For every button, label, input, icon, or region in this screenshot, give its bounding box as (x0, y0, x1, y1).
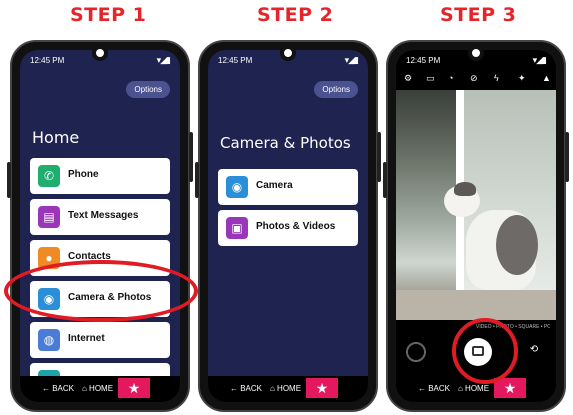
screen: 12:45 PM ▾◢▮ Options Home ✆ Phone ▤ Text… (20, 50, 180, 402)
side-button (7, 162, 11, 198)
phone-step-2: 12:45 PM ▾◢▮ Options Camera & Photos ◉ C… (195, 40, 381, 412)
side-button (189, 132, 193, 182)
list-item-internet[interactable]: ◍ Internet (30, 322, 170, 358)
bottom-nav: ← BACK ⌂ HOME ★ (208, 376, 368, 402)
phone-step-1: 12:45 PM ▾◢▮ Options Home ✆ Phone ▤ Text… (7, 40, 193, 412)
side-button (195, 162, 199, 198)
bottom-nav: ← BACK ⌂ HOME ★ (20, 376, 180, 402)
message-icon: ▤ (38, 206, 60, 228)
ratio-icon[interactable]: ▭ (426, 73, 435, 84)
list-item-label: Text Messages (68, 210, 139, 221)
switch-camera-icon[interactable]: ⟲ (526, 344, 542, 360)
cat (454, 182, 476, 196)
highlight-ring-shutter (452, 318, 518, 384)
list-item-photos-videos[interactable]: ▣ Photos & Videos (218, 210, 358, 246)
star-button[interactable]: ★ (494, 378, 526, 398)
options-button[interactable]: Options (314, 81, 358, 98)
star-button[interactable]: ★ (306, 378, 338, 398)
list-item-phone[interactable]: ✆ Phone (30, 158, 170, 194)
back-button[interactable]: ← BACK (418, 384, 450, 393)
signal-battery-icon: ▾◢▮ (344, 55, 359, 65)
side-button (377, 132, 381, 182)
highlight-ring-camera-photos (4, 260, 198, 322)
effects-icon[interactable]: ✦ (518, 73, 526, 84)
list-item-camera[interactable]: ◉ Camera (218, 169, 358, 205)
side-button (565, 132, 569, 182)
gallery-thumbnail[interactable] (406, 342, 426, 362)
list-item-label: Phone (68, 169, 99, 180)
signal-battery-icon: ▾◢▮ (156, 55, 171, 65)
gallery-icon: ▣ (226, 217, 248, 239)
step-1-title: STEP 1 (70, 4, 147, 26)
window-sill (396, 290, 556, 320)
status-time: 12:45 PM (30, 56, 65, 65)
screen: 12:45 PM ▾◢▮ Options Camera & Photos ◉ C… (208, 50, 368, 402)
flash-icon[interactable]: ϟ (494, 73, 499, 83)
camera-viewfinder[interactable] (396, 90, 556, 320)
back-button[interactable]: ← BACK (42, 384, 74, 393)
camera-toolbar: ⚙ ▭ ◔ ⊘ ϟ ✦ ▲ (396, 68, 556, 90)
home-button[interactable]: ⌂ HOME (458, 384, 489, 393)
front-camera (468, 45, 484, 61)
settings-icon[interactable]: ⚙ (404, 73, 412, 84)
step-3-title: STEP 3 (440, 4, 517, 26)
options-button[interactable]: Options (126, 81, 170, 98)
back-button[interactable]: ← BACK (230, 384, 262, 393)
home-button[interactable]: ⌂ HOME (270, 384, 301, 393)
timer-icon[interactable]: ◔ (448, 73, 453, 83)
scene-icon[interactable]: ▲ (542, 73, 551, 83)
list-item-label: Camera (256, 180, 293, 191)
page-title: Home (32, 128, 80, 147)
signal-battery-icon: ▾◢▮ (532, 55, 547, 65)
camera-icon: ◉ (226, 176, 248, 198)
page-title: Camera & Photos (220, 134, 351, 152)
globe-icon: ◍ (38, 329, 60, 351)
status-time: 12:45 PM (406, 56, 441, 65)
front-camera (92, 45, 108, 61)
status-time: 12:45 PM (218, 56, 253, 65)
hdr-icon[interactable]: ⊘ (470, 73, 478, 84)
list-item-label: Photos & Videos (256, 221, 336, 232)
front-camera (280, 45, 296, 61)
cat (496, 215, 538, 275)
step-2-title: STEP 2 (257, 4, 334, 26)
list-item-label: Internet (68, 333, 105, 344)
home-button[interactable]: ⌂ HOME (82, 384, 113, 393)
phone-icon: ✆ (38, 165, 60, 187)
star-button[interactable]: ★ (118, 378, 150, 398)
list-item-text-messages[interactable]: ▤ Text Messages (30, 199, 170, 235)
side-button (383, 162, 387, 198)
